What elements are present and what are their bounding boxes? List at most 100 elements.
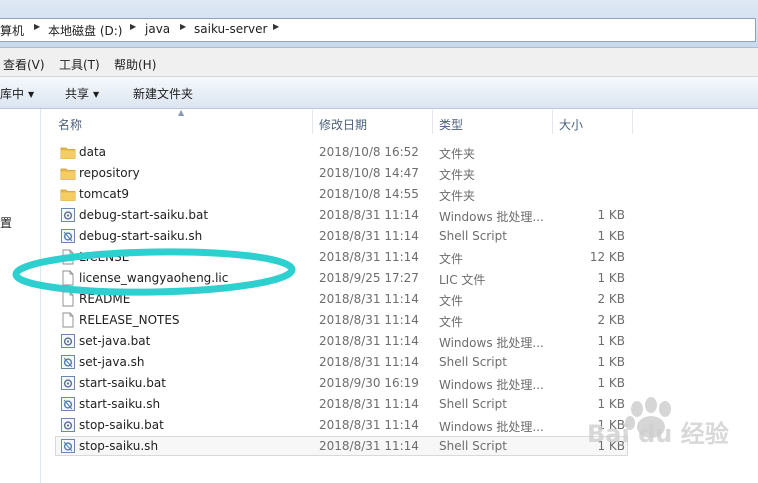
batch-file-icon <box>60 207 76 223</box>
column-header-date[interactable]: 修改日期 <box>319 116 367 133</box>
file-type: Windows 批处理... <box>439 336 544 350</box>
file-type: 文件夹 <box>439 147 476 161</box>
include-in-library-button[interactable]: 库中 ▼ <box>0 85 34 102</box>
file-type: 文件夹 <box>439 189 476 203</box>
column-divider[interactable] <box>632 110 633 134</box>
nav-item-label[interactable]: 置 <box>0 214 12 231</box>
file-date-modified: 2018/8/31 11:14 <box>319 208 419 222</box>
chevron-right-icon[interactable]: ▶ <box>130 22 136 31</box>
file-name: stop-saiku.bat <box>79 418 164 432</box>
file-type: Windows 批处理... <box>439 420 544 434</box>
batch-file-icon <box>60 417 76 433</box>
file-date-modified: 2018/9/30 16:19 <box>319 376 419 390</box>
script-file-icon <box>60 354 76 370</box>
file-size: 1 KB <box>597 376 625 390</box>
file-size: 1 KB <box>597 271 625 285</box>
folder-icon <box>60 144 76 160</box>
file-type: Shell Script <box>439 397 507 411</box>
file-name: start-saiku.sh <box>79 397 161 411</box>
chevron-down-icon: ▼ <box>28 90 35 99</box>
file-size: 2 KB <box>597 292 625 306</box>
file-icon <box>60 249 76 265</box>
file-name: tomcat9 <box>79 187 130 201</box>
menu-help[interactable]: 帮助(H) <box>114 56 156 73</box>
column-header-type[interactable]: 类型 <box>439 116 463 133</box>
file-size: 1 KB <box>597 355 625 369</box>
breadcrumb-computer[interactable]: 算机 <box>0 22 24 39</box>
file-size: 1 KB <box>597 208 625 222</box>
file-name: RELEASE_NOTES <box>79 313 180 327</box>
file-name: set-java.bat <box>79 334 151 348</box>
chevron-right-icon[interactable]: ▶ <box>34 22 40 31</box>
column-divider[interactable] <box>312 110 313 134</box>
file-size: 1 KB <box>597 334 625 348</box>
file-date-modified: 2018/8/31 11:14 <box>319 229 419 243</box>
file-date-modified: 2018/8/31 11:14 <box>319 334 419 348</box>
batch-file-icon <box>60 333 76 349</box>
batch-file-icon <box>60 375 76 391</box>
file-size: 12 KB <box>589 250 625 264</box>
baidu-watermark: Bai du 经验 <box>587 397 729 448</box>
file-name: stop-saiku.sh <box>79 439 159 453</box>
folder-icon <box>60 186 76 202</box>
file-icon <box>60 291 76 307</box>
file-name: debug-start-saiku.bat <box>79 208 209 222</box>
script-file-icon <box>60 228 76 244</box>
file-type: 文件 <box>439 315 464 329</box>
file-icon <box>60 270 76 286</box>
file-type: LIC 文件 <box>439 273 486 287</box>
file-date-modified: 2018/8/31 11:14 <box>319 439 419 453</box>
file-date-modified: 2018/8/31 11:14 <box>319 250 419 264</box>
file-name: set-java.sh <box>79 355 145 369</box>
navigation-pane[interactable] <box>0 109 41 483</box>
file-date-modified: 2018/9/25 17:27 <box>319 271 419 285</box>
file-name: LICENSE <box>79 250 130 264</box>
file-name: start-saiku.bat <box>79 376 166 390</box>
file-date-modified: 2018/8/31 11:14 <box>319 418 419 432</box>
folder-icon <box>60 165 76 181</box>
file-name: debug-start-saiku.sh <box>79 229 203 243</box>
file-type: 文件夹 <box>439 168 476 182</box>
script-file-icon <box>60 438 76 454</box>
command-bar <box>0 77 758 109</box>
chevron-right-icon[interactable]: ▶ <box>180 22 186 31</box>
file-icon <box>60 312 76 328</box>
breadcrumb-saiku-server[interactable]: saiku-server <box>194 22 267 36</box>
file-type: Shell Script <box>439 229 507 243</box>
file-name: data <box>79 145 107 159</box>
file-type: Windows 批处理... <box>439 378 544 392</box>
file-size: 1 KB <box>597 229 625 243</box>
file-date-modified: 2018/10/8 14:47 <box>319 166 419 180</box>
include-in-library-label: 库中 <box>0 87 25 101</box>
sort-ascending-icon: ▲ <box>178 108 185 117</box>
script-file-icon <box>60 396 76 412</box>
menu-tools[interactable]: 工具(T) <box>59 56 100 73</box>
breadcrumb-drive-d[interactable]: 本地磁盘 (D:) <box>48 22 122 39</box>
file-type: Shell Script <box>439 439 507 453</box>
file-date-modified: 2018/8/31 11:14 <box>319 397 419 411</box>
column-divider[interactable] <box>432 110 433 134</box>
new-folder-button[interactable]: 新建文件夹 <box>133 85 193 102</box>
share-button[interactable]: 共享 ▼ <box>65 85 99 102</box>
share-label: 共享 <box>65 87 90 101</box>
file-type: 文件 <box>439 294 464 308</box>
watermark-text: Bai du 经验 <box>587 420 729 448</box>
chevron-right-icon[interactable]: ▶ <box>273 22 279 31</box>
file-date-modified: 2018/8/31 11:14 <box>319 292 419 306</box>
column-header-name[interactable]: 名称 <box>58 116 82 133</box>
file-type: 文件 <box>439 252 464 266</box>
column-header-row <box>41 109 758 135</box>
file-type: Windows 批处理... <box>439 210 544 224</box>
file-date-modified: 2018/8/31 11:14 <box>319 313 419 327</box>
column-divider[interactable] <box>552 110 553 134</box>
file-date-modified: 2018/10/8 16:52 <box>319 145 419 159</box>
column-header-size[interactable]: 大小 <box>559 116 583 133</box>
file-type: Shell Script <box>439 355 507 369</box>
breadcrumb-java[interactable]: java <box>145 22 170 36</box>
menu-view[interactable]: 查看(V) <box>3 56 45 73</box>
file-name: README <box>79 292 131 306</box>
file-name: repository <box>79 166 140 180</box>
file-name: license_wangyaoheng.lic <box>79 271 229 285</box>
chevron-down-icon: ▼ <box>93 90 100 99</box>
file-date-modified: 2018/8/31 11:14 <box>319 355 419 369</box>
